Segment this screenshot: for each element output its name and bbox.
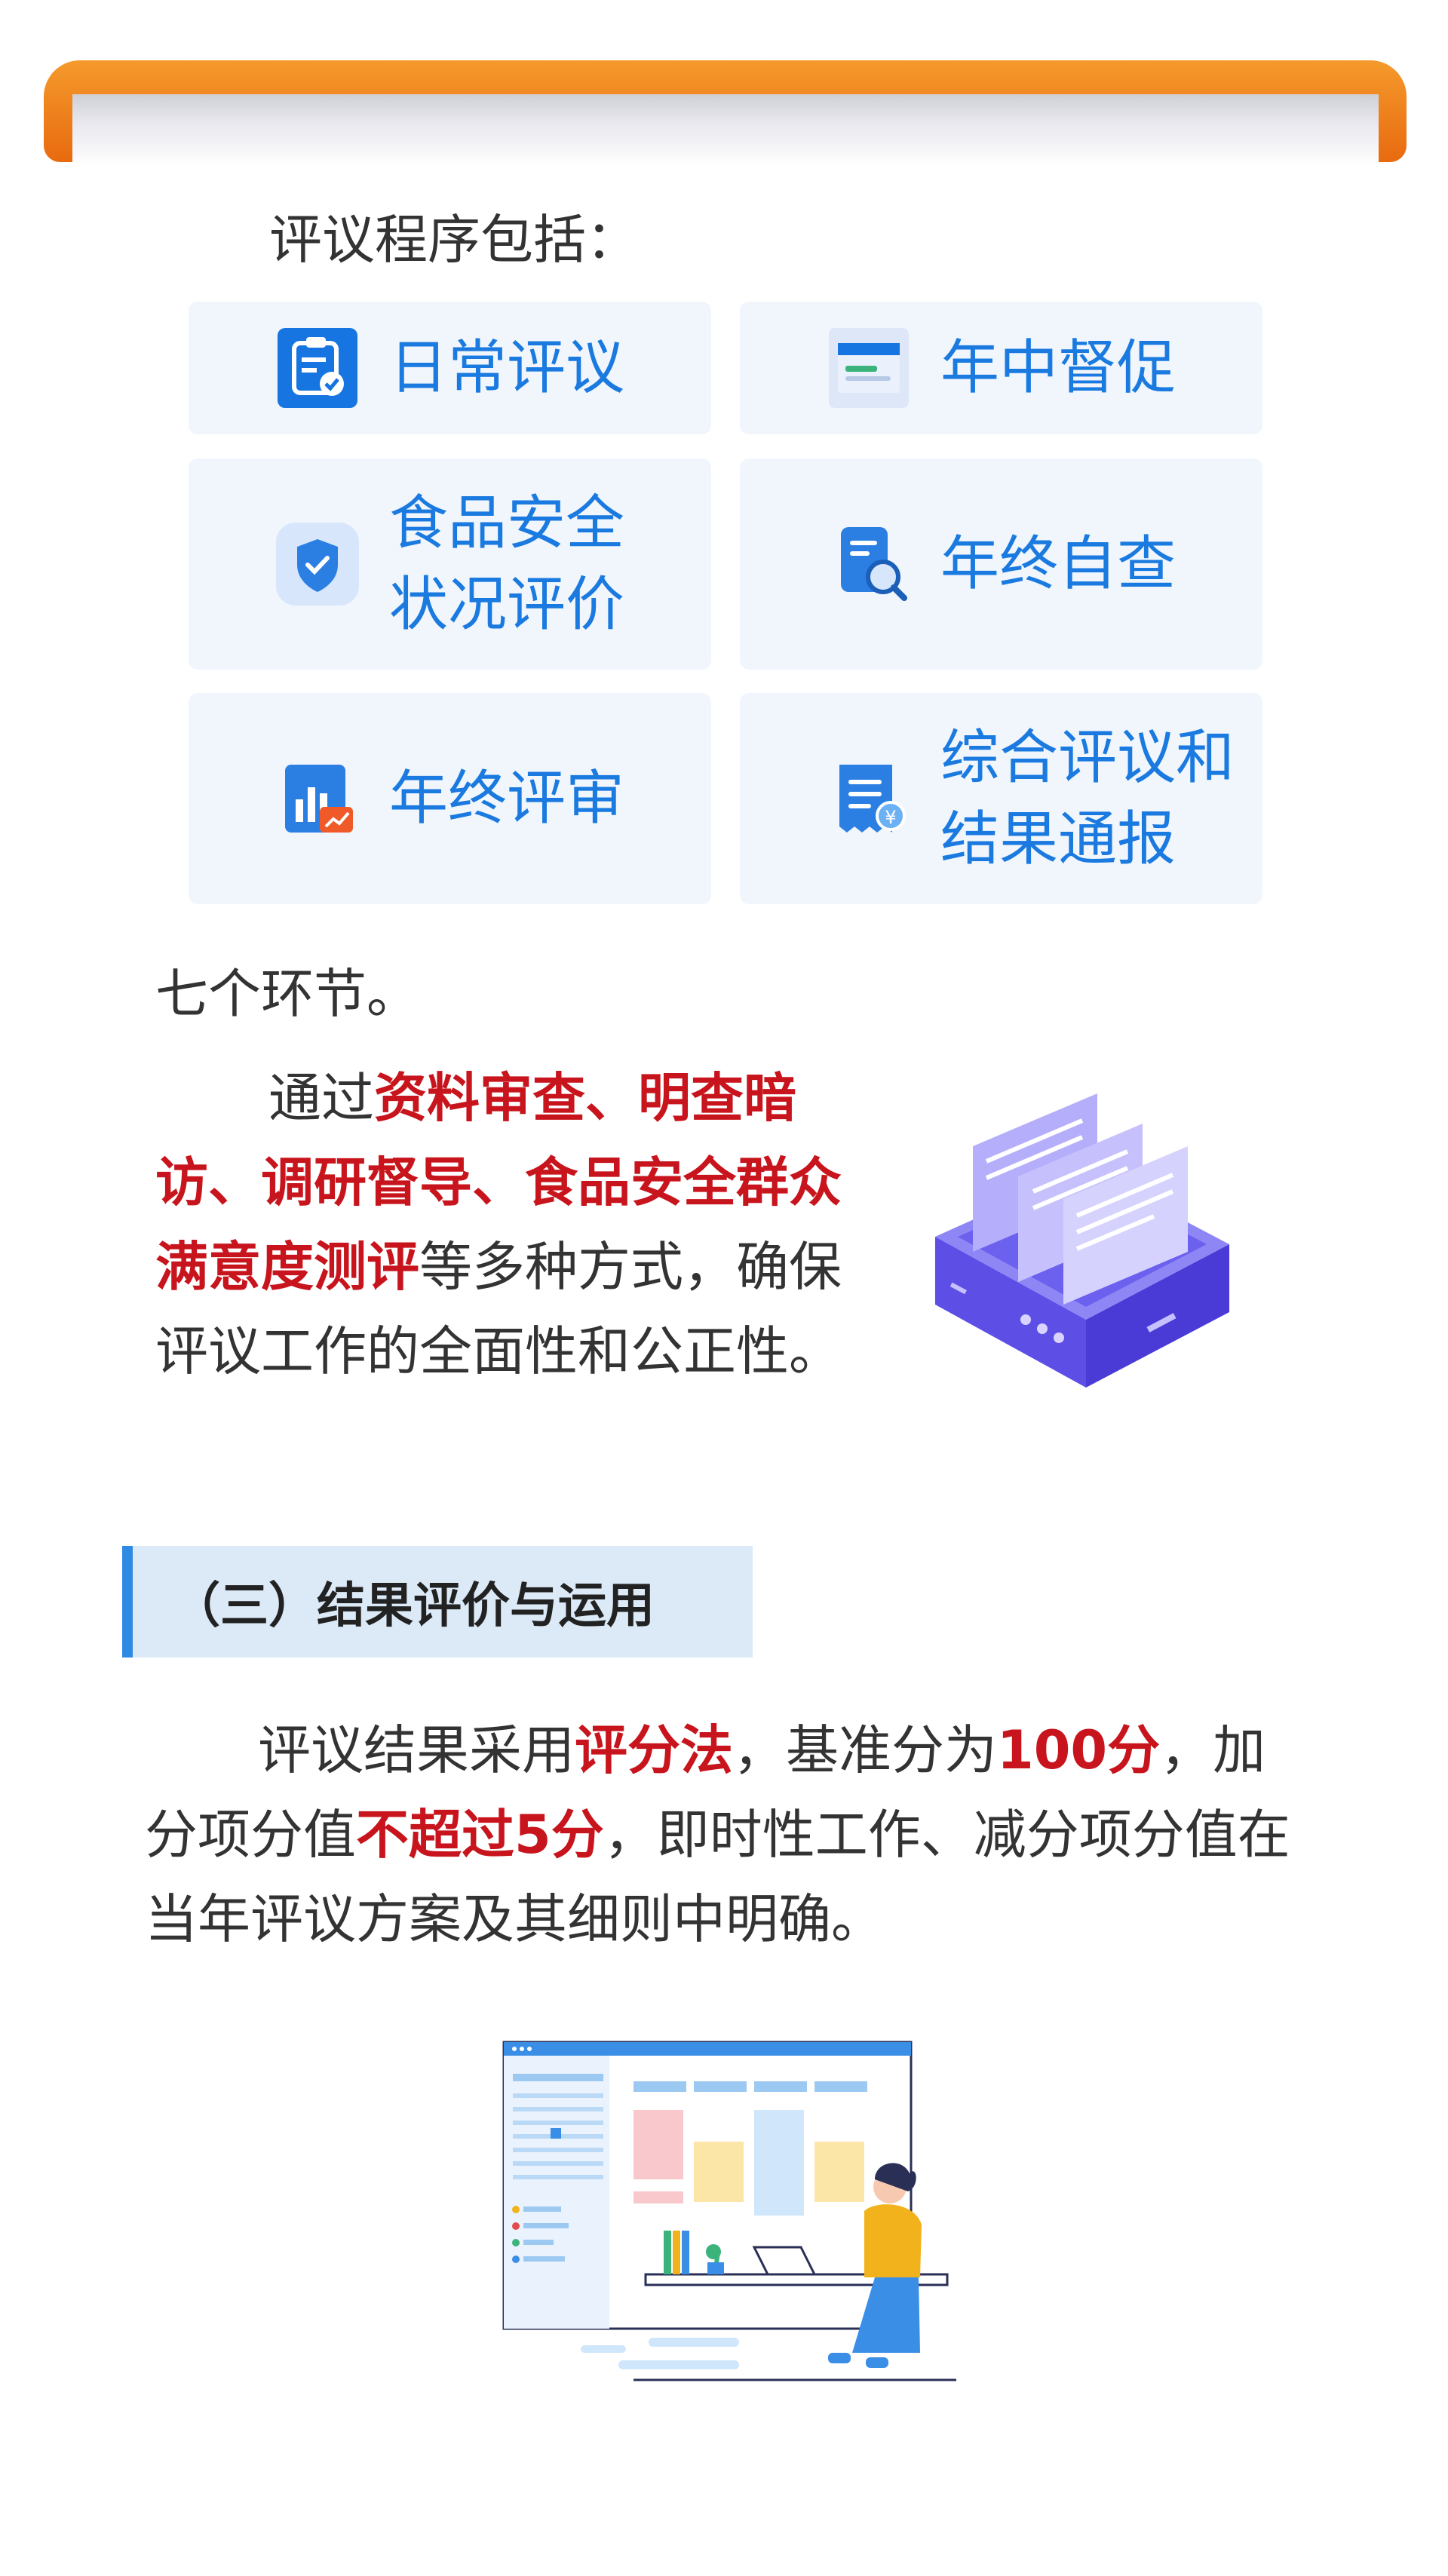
- step-card-food-safety-evaluation: 食品安全 状况评价: [189, 458, 711, 670]
- para2-highlight: 100分: [997, 1719, 1161, 1781]
- para2-text: ，基准分为: [733, 1719, 997, 1781]
- intro-text: 评议程序包括：: [269, 209, 639, 271]
- top-banner-inner: [72, 94, 1379, 166]
- scoring-paragraph: 评议结果采用评分法，基准分为100分，加分项分值不超过5分，即时性工作、减分项分…: [145, 1708, 1299, 1961]
- section-header: （三）结果评价与运用: [122, 1546, 753, 1658]
- receipt-yen-icon: ¥: [824, 754, 913, 843]
- para2-text: 评议结果采用: [258, 1719, 575, 1781]
- server-illustration: [928, 1093, 1244, 1410]
- svg-text:¥: ¥: [885, 807, 896, 828]
- step-card-yearend-review: 年终评审: [189, 693, 711, 904]
- step-card-midyear-urge: 年中督促: [740, 302, 1262, 434]
- step-label: 日常评议: [389, 334, 625, 402]
- step-card-daily-review: 日常评议: [189, 302, 711, 434]
- seven-steps-text: 七个环节。: [155, 963, 419, 1025]
- step-label: 年中督促: [940, 334, 1176, 402]
- clipboard-icon: [273, 324, 362, 412]
- dashboard-illustration: [498, 2036, 965, 2428]
- methods-paragraph: 通过资料审查、明查暗访、调研督导、食品安全群众满意度测评等多种方式，确保评议工作…: [155, 1056, 849, 1394]
- para2-highlight: 评分法: [575, 1719, 733, 1781]
- step-label: 年终评审: [389, 765, 625, 833]
- para-lead: 通过: [268, 1067, 374, 1129]
- calendar-card-icon: [824, 324, 913, 412]
- shield-check-icon: [273, 520, 362, 609]
- step-card-yearend-selfcheck: 年终自查: [740, 458, 1262, 670]
- section-title: （三）结果评价与运用: [172, 1578, 655, 1634]
- document-search-icon: [824, 520, 913, 609]
- chart-report-icon: [273, 754, 362, 843]
- step-label: 综合评议和 结果通报: [940, 724, 1235, 873]
- step-card-comprehensive-review: ¥ 综合评议和 结果通报: [740, 693, 1262, 904]
- step-label: 食品安全 状况评价: [389, 489, 625, 639]
- para2-highlight: 不超过5分: [356, 1804, 604, 1866]
- step-label: 年终自查: [940, 530, 1176, 598]
